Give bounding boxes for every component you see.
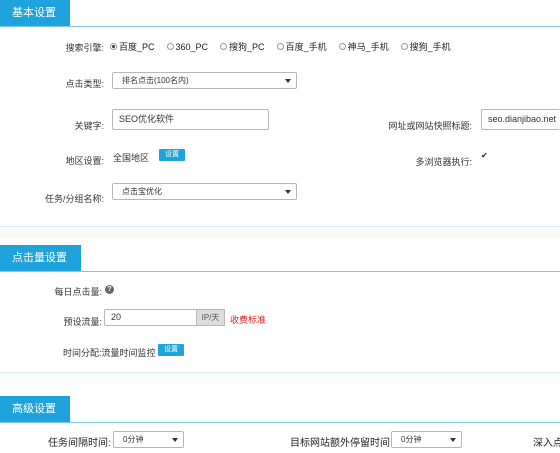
- fee-standard-link[interactable]: 收费标准: [230, 313, 266, 326]
- clicks-settings-header: 点击量设置: [0, 245, 560, 272]
- task-label: 任务/分组名称:: [44, 194, 104, 204]
- engine-radio-baidu-pc[interactable]: 百度_PC: [110, 40, 155, 53]
- engine-radio-baidu-mobile[interactable]: 百度_手机: [276, 40, 327, 53]
- preset-traffic-label: 预设流量:: [63, 317, 102, 327]
- radio-dot: [276, 43, 284, 50]
- daily-clicks-label: 每日点击量:: [54, 287, 102, 297]
- engine-radio-sogou-mobile[interactable]: 搜狗_手机: [400, 40, 451, 53]
- engine-radio-group: 百度_PC 360_PC 搜狗_PC 百度_手机 神马_手机 搜狗_手机: [110, 40, 463, 53]
- url-label: 网址或网站快照标题:: [388, 121, 472, 131]
- extra-stay-value: 0分钟: [401, 435, 422, 444]
- section-divider: [0, 226, 560, 238]
- deep-click-label: 深入点: [533, 438, 560, 449]
- region-value: 全国地区: [113, 153, 150, 163]
- basic-settings-title: 基本设置: [0, 0, 70, 26]
- advanced-settings-header: 高级设置: [0, 396, 560, 423]
- preset-traffic-unit: IP/天: [197, 309, 225, 326]
- time-allocation-label: 时间分配:流量时间监控: [63, 348, 156, 358]
- keyword-label: 关键字:: [74, 121, 104, 131]
- engine-label: 搜索引擎:: [65, 43, 104, 53]
- multi-browser-checkbox[interactable]: ✔: [481, 152, 488, 160]
- url-input[interactable]: seo.dianjibao.net: [481, 109, 560, 130]
- click-type-value: 排名点击(100名内): [122, 76, 189, 85]
- keyword-value: SEO优化软件: [119, 114, 175, 124]
- preset-traffic-input[interactable]: 20: [104, 309, 197, 326]
- task-select[interactable]: 点击宝优化: [112, 183, 297, 200]
- keyword-input[interactable]: SEO优化软件: [112, 109, 269, 130]
- time-set-button[interactable]: 设置: [158, 344, 184, 356]
- engine-radio-sogou-pc[interactable]: 搜狗_PC: [220, 40, 265, 53]
- advanced-settings-title: 高级设置: [0, 396, 70, 422]
- chevron-down-icon: [285, 190, 291, 194]
- click-type-select[interactable]: 排名点击(100名内): [112, 72, 297, 89]
- preset-traffic-value: 20: [111, 312, 122, 322]
- chevron-down-icon: [450, 438, 456, 442]
- click-type-label: 点击类型:: [65, 79, 104, 89]
- section-divider: [0, 372, 560, 384]
- region-set-button[interactable]: 设置: [159, 149, 185, 161]
- extra-stay-select[interactable]: 0分钟: [391, 431, 462, 448]
- radio-dot: [400, 43, 408, 50]
- extra-stay-label: 目标网站额外停留时间:: [290, 438, 393, 449]
- clicks-settings-title: 点击量设置: [0, 245, 81, 271]
- help-icon[interactable]: ?: [105, 285, 114, 294]
- task-interval-label: 任务间隔时间:: [48, 438, 111, 449]
- task-interval-select[interactable]: 0分钟: [113, 431, 184, 448]
- radio-dot: [110, 43, 117, 50]
- multi-browser-label: 多浏览器执行:: [415, 157, 472, 167]
- radio-dot: [220, 43, 228, 50]
- task-value: 点击宝优化: [122, 187, 162, 196]
- task-interval-value: 0分钟: [123, 435, 144, 444]
- chevron-down-icon: [285, 79, 291, 83]
- url-value: seo.dianjibao.net: [488, 114, 557, 124]
- radio-dot: [338, 43, 346, 50]
- engine-radio-360-pc[interactable]: 360_PC: [166, 42, 208, 52]
- chevron-down-icon: [172, 438, 178, 442]
- radio-dot: [166, 43, 174, 50]
- engine-radio-shenma-mobile[interactable]: 神马_手机: [338, 40, 389, 53]
- basic-settings-header: 基本设置: [0, 0, 560, 27]
- region-label: 地区设置:: [65, 156, 104, 166]
